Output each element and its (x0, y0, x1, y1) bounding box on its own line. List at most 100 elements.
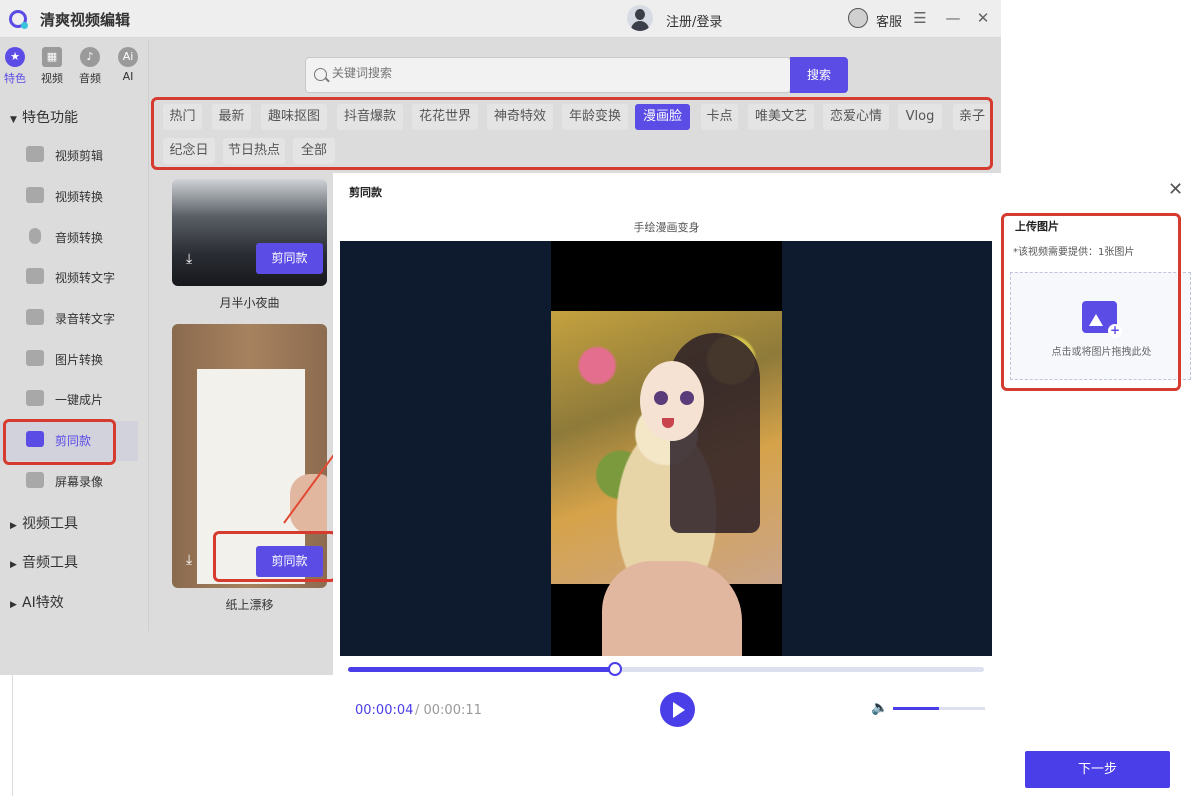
sidebar-item-label: 音频转换 (55, 231, 104, 245)
tag-family[interactable]: 亲子 (953, 104, 991, 130)
video-player[interactable] (340, 241, 992, 656)
search-button[interactable]: 搜索 (790, 57, 848, 93)
app-logo-icon (9, 10, 28, 29)
search-input[interactable] (332, 66, 772, 80)
tag-beat-sync[interactable]: 卡点 (701, 104, 738, 130)
sidebar-item-label: 视频剪辑 (55, 149, 104, 163)
upload-title: 上传图片 (1015, 220, 1059, 233)
ai-icon: Ai (118, 47, 138, 67)
sidebar-item-label: 视频转换 (55, 190, 104, 204)
sidebar-item-label: 剪同款 (55, 434, 92, 448)
app-title: 清爽视频编辑 (40, 11, 131, 29)
progress-fill (348, 667, 616, 672)
tag-all[interactable]: 全部 (293, 138, 335, 164)
customer-service-link[interactable]: 客服 (876, 11, 902, 30)
tag-douyin-hits[interactable]: 抖音爆款 (337, 104, 403, 130)
volume-slider[interactable] (893, 707, 985, 710)
section-label: AI特效 (22, 595, 64, 611)
image-convert-icon (26, 350, 44, 366)
nav-video[interactable]: ▦ 视频 (34, 47, 70, 86)
progress-bar[interactable] (348, 662, 984, 676)
play-button[interactable] (660, 692, 695, 727)
sidebar-item-label: 屏幕录像 (55, 475, 104, 489)
download-icon[interactable]: ⤓ (186, 552, 192, 568)
section-featured[interactable]: ▼ 特色功能 (10, 107, 78, 127)
card-title: 月半小夜曲 (219, 296, 280, 310)
video-to-text-icon (26, 268, 44, 284)
total-time: / 00:00:11 (415, 703, 482, 718)
tag-flower-world[interactable]: 花花世界 (412, 104, 478, 130)
next-button[interactable]: 下一步 (1025, 751, 1170, 788)
tag-love-mood[interactable]: 恋爱心情 (823, 104, 889, 130)
use-template-button[interactable]: 剪同款 (256, 546, 323, 577)
nav-label: 视频 (41, 72, 63, 85)
nav-ai[interactable]: Ai AI (110, 47, 146, 83)
video-caption: 手绘漫画变身 (633, 221, 700, 234)
microphone-icon (29, 228, 41, 244)
tag-anniversary[interactable]: 纪念日 (163, 138, 215, 164)
customer-service-icon[interactable] (848, 8, 868, 28)
sidebar: ★ 特色 ▦ 视频 ♪ 音频 Ai AI ▼ 特色功能 视频剪辑 视频转换 音频… (0, 39, 149, 631)
caret-right-icon: ▶ (10, 560, 17, 570)
artwork-eye (680, 391, 694, 405)
section-ai-effects[interactable]: ▶ AI特效 (10, 592, 64, 612)
template-dialog: 剪同款 ✕ 手绘漫画变身 00:00:04 / 00:00:11 🔈 上传图片 … (333, 173, 1200, 796)
tag-holiday[interactable]: 节日热点 (223, 138, 285, 164)
tag-age-change[interactable]: 年龄变换 (562, 104, 628, 130)
film-icon: ▦ (42, 47, 62, 67)
section-video-tools[interactable]: ▶ 视频工具 (10, 513, 78, 533)
caret-right-icon: ▶ (10, 521, 17, 531)
one-click-icon (26, 390, 44, 406)
screen-record-icon (26, 472, 44, 488)
star-icon: ★ (5, 47, 25, 67)
nav-featured[interactable]: ★ 特色 (0, 47, 33, 86)
window-edge (12, 675, 13, 796)
section-audio-tools[interactable]: ▶ 音频工具 (10, 552, 78, 572)
artwork-face (640, 361, 704, 441)
sidebar-item-label: 图片转换 (55, 353, 104, 367)
template-icon (26, 431, 44, 447)
tag-comic-face[interactable]: 漫画脸 (635, 104, 690, 130)
search-icon (314, 68, 327, 81)
use-template-button[interactable]: 剪同款 (256, 243, 323, 274)
artwork-hand (602, 561, 742, 656)
image-dropzone[interactable]: 点击或将图片拖拽此处 (1010, 272, 1191, 380)
audio-to-text-icon (26, 309, 44, 325)
tag-aesthetic[interactable]: 唯美文艺 (748, 104, 814, 130)
video-edit-icon (26, 146, 44, 162)
dialog-title: 剪同款 (349, 186, 382, 199)
music-icon: ♪ (80, 47, 100, 67)
search-box (305, 57, 791, 93)
title-bar: 清爽视频编辑 注册/登录 客服 ☰ — ✕ (0, 0, 1001, 38)
close-icon[interactable]: ✕ (973, 8, 993, 28)
minimize-icon[interactable]: — (943, 8, 963, 28)
volume-icon[interactable]: 🔈 (871, 700, 888, 716)
progress-handle[interactable] (608, 662, 623, 676)
tag-magic-effects[interactable]: 神奇特效 (487, 104, 553, 130)
nav-audio[interactable]: ♪ 音频 (72, 47, 108, 86)
caret-down-icon: ▼ (10, 115, 17, 125)
card-title: 纸上漂移 (225, 598, 274, 612)
caret-right-icon: ▶ (10, 600, 17, 610)
tag-vlog[interactable]: Vlog (898, 104, 942, 130)
dialog-close-icon[interactable]: ✕ (1168, 179, 1183, 200)
sidebar-item-label: 一键成片 (55, 393, 104, 407)
tag-hot[interactable]: 热门 (163, 104, 202, 130)
tag-latest[interactable]: 最新 (212, 104, 251, 130)
section-label: 特色功能 (22, 110, 78, 126)
artwork-eye (654, 391, 668, 405)
add-image-icon (1082, 301, 1122, 338)
upload-note: *该视频需要提供：1张图片 (1013, 247, 1135, 258)
tag-fun-cutout[interactable]: 趣味抠图 (261, 104, 327, 130)
current-time: 00:00:04 (355, 703, 414, 718)
menu-icon[interactable]: ☰ (910, 8, 930, 28)
nav-label: 音频 (79, 72, 101, 85)
login-link[interactable]: 注册/登录 (666, 11, 722, 30)
download-icon[interactable]: ⤓ (186, 251, 192, 267)
video-convert-icon (26, 187, 44, 203)
sidebar-item-label: 视频转文字 (55, 271, 116, 285)
user-avatar[interactable] (627, 5, 653, 31)
nav-label: 特色 (4, 72, 26, 85)
section-label: 音频工具 (22, 555, 78, 571)
dropzone-text: 点击或将图片拖拽此处 (1051, 347, 1152, 358)
